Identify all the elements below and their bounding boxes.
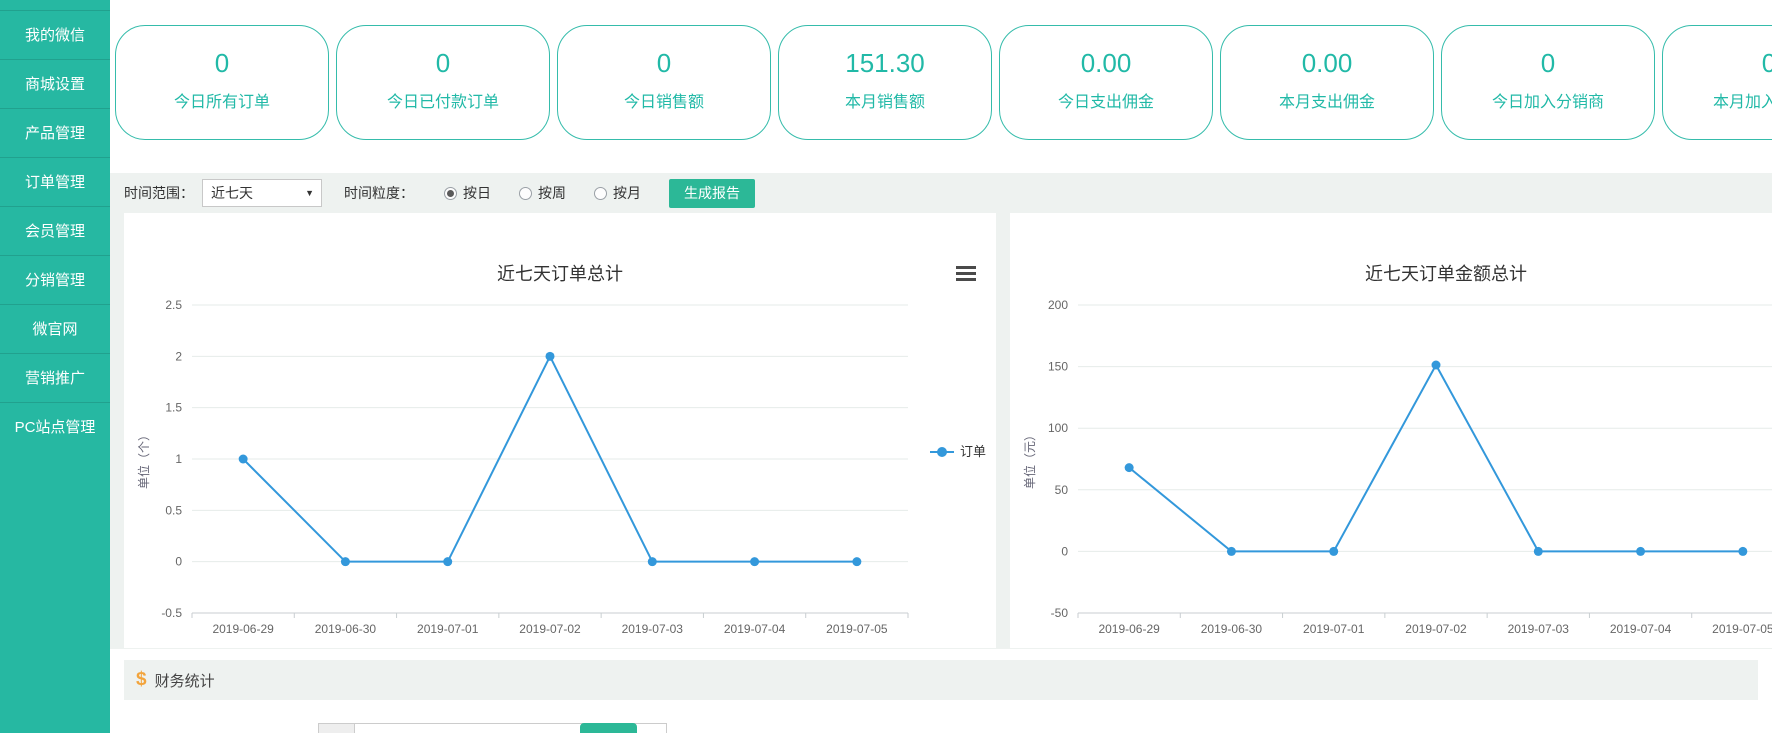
filter-bar: 时间范围： 近七天 ▼ 时间粒度： 按日 按周 按月 生成报告 — [110, 173, 1772, 213]
time-range-select[interactable]: 近七天 ▼ — [202, 179, 322, 207]
svg-text:-50: -50 — [1051, 606, 1069, 620]
time-range-value: 近七天 — [211, 183, 253, 203]
stat-card-value: 0.00 — [1000, 48, 1212, 79]
time-range-label: 时间范围： — [124, 183, 194, 203]
svg-text:0: 0 — [1061, 544, 1068, 558]
stat-card-label: 今日所有订单 — [116, 88, 328, 112]
orders-chart-panel: 近七天订单总计 2.521.510.50-0.52019-06-292019-0… — [124, 213, 996, 648]
radio-by-week[interactable]: 按周 — [519, 183, 566, 203]
radio-dot-icon — [444, 187, 457, 200]
radio-by-month-label: 按月 — [613, 183, 641, 203]
stat-card-today-commission: 0.00 今日支出佣金 — [999, 25, 1213, 140]
finance-action-button[interactable] — [580, 723, 637, 733]
svg-text:2019-06-29: 2019-06-29 — [1098, 622, 1160, 636]
svg-text:200: 200 — [1048, 298, 1068, 312]
stat-card-label: 今日支出佣金 — [1000, 88, 1212, 112]
svg-text:2019-07-03: 2019-07-03 — [622, 622, 684, 636]
stat-card-today-sales: 0 今日销售额 — [557, 25, 771, 140]
line-chart-canvas: 200 150 100 50 0 -50 2019-06-29 2019-06-30 2019-… — [1010, 213, 1772, 648]
radio-by-month[interactable]: 按月 — [594, 183, 641, 203]
order-amount-chart-panel: 近七天订单金额总计 200150100500-502019-06-292019-… — [1010, 213, 1772, 648]
sidebar-item-pc-site-mgmt[interactable]: PC站点管理 — [0, 402, 110, 451]
svg-text:2019-07-02: 2019-07-02 — [1405, 622, 1467, 636]
sidebar-item-order-mgmt[interactable]: 订单管理 — [0, 157, 110, 206]
input-addon — [318, 723, 355, 733]
generate-report-button[interactable]: 生成报告 — [669, 179, 755, 208]
svg-text:50: 50 — [1055, 483, 1069, 497]
svg-text:2019-06-30: 2019-06-30 — [315, 622, 377, 636]
svg-text:150: 150 — [1048, 360, 1068, 374]
svg-text:1.5: 1.5 — [165, 401, 182, 415]
svg-text:-0.5: -0.5 — [161, 606, 182, 620]
sidebar-item-distribution-mgmt[interactable]: 分销管理 — [0, 255, 110, 304]
sidebar-item-member-mgmt[interactable]: 会员管理 — [0, 206, 110, 255]
stat-card-value: 0 — [558, 48, 770, 79]
sidebar: 我的微信 商城设置 产品管理 订单管理 会员管理 分销管理 微官网 营销推广 P… — [0, 0, 110, 733]
finance-title: 财务统计 — [155, 670, 215, 691]
stat-card-label: 今日加入分销商 — [1442, 88, 1654, 112]
svg-text:2: 2 — [175, 349, 182, 363]
stat-card-today-distributors: 0 今日加入分销商 — [1441, 25, 1655, 140]
stat-card-label: 今日销售额 — [558, 88, 770, 112]
stat-card-value: 0 — [337, 48, 549, 79]
stat-cards-row: 0 今日所有订单 0 今日已付款订单 0 今日销售额 151.30 本月销售额 … — [115, 25, 1772, 140]
sidebar-item-partial[interactable] — [0, 0, 110, 10]
legend-label[interactable]: 订单 — [960, 444, 986, 459]
stat-card-month-commission: 0.00 本月支出佣金 — [1220, 25, 1434, 140]
stat-card-value: 0 — [1442, 48, 1654, 79]
svg-text:2019-07-04: 2019-07-04 — [724, 622, 786, 636]
granularity-label: 时间粒度： — [344, 183, 414, 203]
finance-section-header: $ 财务统计 — [124, 660, 1758, 700]
charts-section: 近七天订单总计 2.521.510.50-0.52019-06-292019-0… — [110, 213, 1772, 649]
sidebar-item-my-wechat[interactable]: 我的微信 — [0, 10, 110, 59]
svg-text:单位（元）: 单位（元） — [1022, 429, 1037, 489]
svg-text:100: 100 — [1048, 421, 1068, 435]
radio-dot-icon — [519, 187, 532, 200]
svg-text:0.5: 0.5 — [165, 503, 182, 517]
radio-by-day-label: 按日 — [463, 183, 491, 203]
svg-text:2019-07-01: 2019-07-01 — [1303, 622, 1365, 636]
sidebar-item-marketing[interactable]: 营销推广 — [0, 353, 110, 402]
select-caret-icon: ▼ — [305, 188, 314, 198]
radio-by-day[interactable]: 按日 — [444, 183, 491, 203]
stat-card-label: 今日已付款订单 — [337, 88, 549, 112]
sidebar-item-product-mgmt[interactable]: 产品管理 — [0, 108, 110, 157]
svg-text:2019-07-01: 2019-07-01 — [417, 622, 479, 636]
main-content: 0 今日所有订单 0 今日已付款订单 0 今日销售额 151.30 本月销售额 … — [110, 0, 1772, 733]
svg-text:2019-07-05: 2019-07-05 — [1712, 622, 1772, 636]
line-chart-canvas: 2.5 2 1.5 1 0.5 0 -0.5 2019-06-29 2019-06-30 2019… — [124, 213, 996, 648]
sidebar-item-micro-site[interactable]: 微官网 — [0, 304, 110, 353]
svg-text:2019-07-02: 2019-07-02 — [519, 622, 581, 636]
stat-card-value: 151.30 — [779, 48, 991, 79]
svg-text:2019-07-05: 2019-07-05 — [826, 622, 888, 636]
dollar-icon: $ — [136, 669, 147, 691]
svg-text:2019-07-04: 2019-07-04 — [1610, 622, 1672, 636]
svg-text:单位（个）: 单位（个） — [136, 429, 151, 489]
stat-card-value: 0 — [116, 48, 328, 79]
stat-card-value: 0 — [1663, 48, 1772, 79]
svg-text:2019-06-30: 2019-06-30 — [1201, 622, 1263, 636]
stat-card-value: 0.00 — [1221, 48, 1433, 79]
dashboard-screen: 我的微信 商城设置 产品管理 订单管理 会员管理 分销管理 微官网 营销推广 P… — [0, 0, 1772, 733]
stat-card-month-distributors: 0 本月加入分销商 — [1662, 25, 1772, 140]
sidebar-item-mall-settings[interactable]: 商城设置 — [0, 59, 110, 108]
stat-card-label: 本月加入分销商 — [1663, 88, 1772, 112]
svg-text:2019-07-03: 2019-07-03 — [1508, 622, 1570, 636]
stat-card-today-orders: 0 今日所有订单 — [115, 25, 329, 140]
stat-card-label: 本月支出佣金 — [1221, 88, 1433, 112]
svg-text:1: 1 — [175, 452, 182, 466]
svg-text:2.5: 2.5 — [165, 298, 182, 312]
radio-by-week-label: 按周 — [538, 183, 566, 203]
stat-card-label: 本月销售额 — [779, 88, 991, 112]
stat-card-today-paid-orders: 0 今日已付款订单 — [336, 25, 550, 140]
stat-card-month-sales: 151.30 本月销售额 — [778, 25, 992, 140]
radio-dot-icon — [594, 187, 607, 200]
svg-text:0: 0 — [175, 555, 182, 569]
svg-text:2019-06-29: 2019-06-29 — [212, 622, 274, 636]
